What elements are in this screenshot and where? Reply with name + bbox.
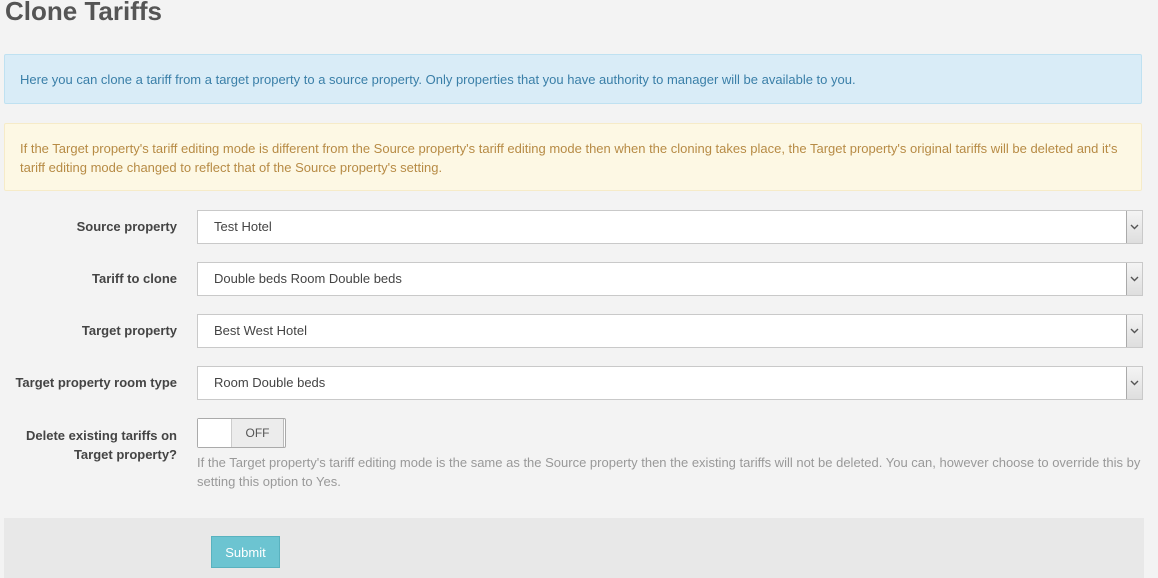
toggle-state: OFF: [232, 419, 284, 447]
toggle-handle[interactable]: [198, 419, 232, 447]
target-property-value: Best West Hotel: [214, 323, 307, 338]
delete-existing-help: If the Target property's tariff editing …: [197, 455, 1141, 489]
delete-existing-label-line2: Target property?: [73, 447, 177, 462]
delete-existing-label: Delete existing tariffs on Target proper…: [26, 426, 177, 464]
target-property-label: Target property: [81, 323, 177, 338]
source-property-value: Test Hotel: [214, 219, 272, 234]
target-room-type-select[interactable]: Room Double beds: [197, 366, 1143, 400]
source-property-row: Source property Test Hotel: [0, 210, 1158, 244]
target-property-select[interactable]: Best West Hotel: [197, 314, 1143, 348]
form-actions: Submit: [4, 518, 1144, 578]
tariff-to-clone-select[interactable]: Double beds Room Double beds: [197, 262, 1143, 296]
source-property-label: Source property: [76, 219, 177, 234]
page-title: Clone Tariffs: [5, 0, 162, 26]
tariff-to-clone-label: Tariff to clone: [92, 271, 177, 286]
submit-button[interactable]: Submit: [211, 536, 280, 568]
delete-existing-toggle[interactable]: OFF: [197, 418, 286, 448]
chevron-down-icon[interactable]: [1126, 263, 1142, 295]
chevron-down-icon[interactable]: [1126, 315, 1142, 347]
target-room-type-row: Target property room type Room Double be…: [0, 366, 1158, 400]
target-room-type-value: Room Double beds: [214, 375, 326, 390]
tariff-to-clone-value: Double beds Room Double beds: [214, 271, 402, 286]
target-property-row: Target property Best West Hotel: [0, 314, 1158, 348]
target-room-type-label: Target property room type: [15, 375, 177, 390]
source-property-select[interactable]: Test Hotel: [197, 210, 1143, 244]
chevron-down-icon[interactable]: [1126, 367, 1142, 399]
delete-existing-label-line1: Delete existing tariffs on: [26, 428, 177, 443]
chevron-down-icon[interactable]: [1126, 211, 1142, 243]
info-alert: Here you can clone a tariff from a targe…: [4, 54, 1142, 104]
warning-alert: If the Target property's tariff editing …: [4, 123, 1142, 191]
tariff-to-clone-row: Tariff to clone Double beds Room Double …: [0, 262, 1158, 296]
